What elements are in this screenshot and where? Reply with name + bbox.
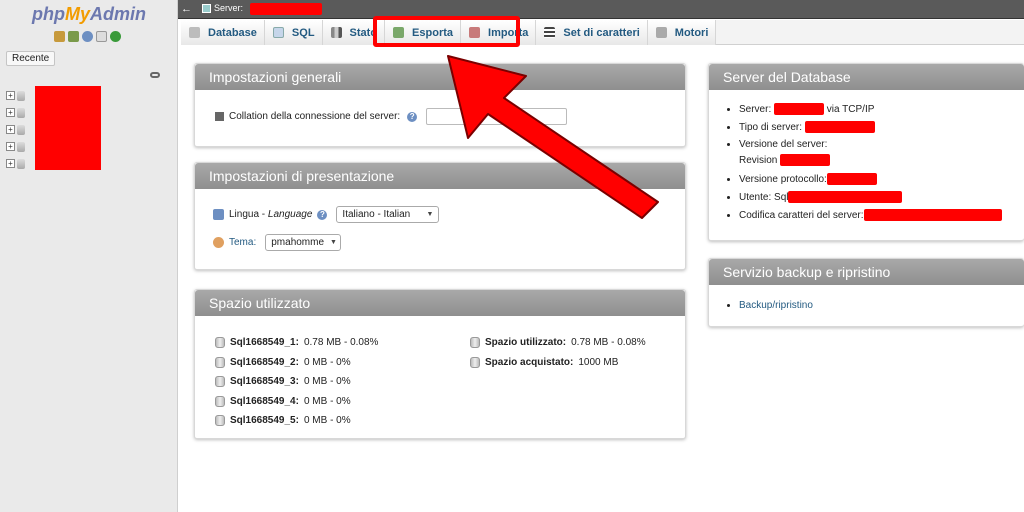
database-icon xyxy=(215,337,225,348)
list-item: Sql1668549_5: 0 MB - 0% xyxy=(215,415,351,426)
phpmyadmin-logo[interactable]: phpMyAdmin xyxy=(0,4,178,25)
backup-list: Backup/ripristino xyxy=(709,297,813,315)
database-icon xyxy=(215,396,225,407)
database-icon xyxy=(17,90,25,101)
tree-row[interactable]: + xyxy=(6,121,25,138)
list-item: Sql1668549_4: 0 MB - 0% xyxy=(215,396,351,407)
collapse-arrow-icon[interactable]: ← xyxy=(181,3,193,16)
database-icon[interactable] xyxy=(68,31,79,42)
database-icon xyxy=(470,337,480,348)
database-icon xyxy=(17,124,25,135)
database-server-panel: Server del Database Server: via TCP/IP T… xyxy=(708,63,1024,241)
tab-engines[interactable]: Motori xyxy=(647,20,717,45)
list-item: Versione del server:Revision xyxy=(739,137,1002,171)
tree-row[interactable]: + xyxy=(6,138,25,155)
expand-icon[interactable]: + xyxy=(6,108,15,117)
server-icon xyxy=(202,3,211,13)
breadcrumb-server-label: Server: xyxy=(214,3,244,13)
language-row: Lingua - Language ? Italiano - Italian ▼ xyxy=(213,206,440,223)
chevron-down-icon: ▼ xyxy=(330,239,337,246)
space-used-panel: Spazio utilizzato Sql1668549_1: 0.78 MB -… xyxy=(194,289,686,439)
breadcrumb[interactable]: Server: xyxy=(202,3,243,13)
list-item: Sql1668549_2: 0 MB - 0% xyxy=(215,357,351,368)
annotation-arrow-icon xyxy=(447,55,659,219)
engines-icon xyxy=(655,27,667,38)
database-tree: + + + + + xyxy=(6,87,25,172)
language-icon xyxy=(213,209,224,220)
reload-icon[interactable] xyxy=(110,31,121,42)
list-item: Sql1668549_1: 0.78 MB - 0.08% xyxy=(215,337,378,348)
help-icon[interactable]: ? xyxy=(407,111,418,122)
redaction-block xyxy=(804,121,875,134)
tab-database[interactable]: Database xyxy=(181,20,265,45)
breadcrumb-bar: ← Server: xyxy=(178,0,1024,19)
space-purchased: Spazio acquistato: 1000 MB xyxy=(470,357,618,368)
tree-row[interactable]: + xyxy=(6,87,25,104)
docs-icon[interactable] xyxy=(96,31,107,42)
navigation-sidebar: phpMyAdmin Recente + + + + + xyxy=(0,0,178,512)
list-item: Codifica caratteri del server: xyxy=(739,207,1002,225)
theme-link[interactable]: Tema: xyxy=(229,237,256,248)
backup-link[interactable]: Backup/ripristino xyxy=(739,300,813,311)
main-tabs: Database SQL Stato Esporta Importa Set d… xyxy=(181,20,1024,45)
database-icon xyxy=(17,158,25,169)
list-item: Versione protocollo: xyxy=(739,171,1002,189)
redaction-block xyxy=(826,173,877,186)
redaction-block xyxy=(788,191,903,204)
tree-row[interactable]: + xyxy=(6,104,25,121)
list-item: Backup/ripristino xyxy=(739,297,813,315)
server-info-list: Server: via TCP/IP Tipo di server: Versi… xyxy=(709,101,1002,225)
redaction-block xyxy=(774,103,825,116)
highlight-box xyxy=(373,16,520,47)
expand-icon[interactable]: + xyxy=(6,142,15,151)
palette-icon xyxy=(213,237,224,248)
expand-icon[interactable]: + xyxy=(6,159,15,168)
link-icon[interactable] xyxy=(150,72,160,78)
expand-icon[interactable]: + xyxy=(6,125,15,134)
space-used-total: Spazio utilizzato: 0.78 MB - 0.08% xyxy=(470,337,646,348)
list-item: Utente: Sql xyxy=(739,189,1002,207)
settings-icon xyxy=(215,112,224,121)
collation-label: Collation della connessione del server: xyxy=(229,111,401,122)
database-icon xyxy=(189,27,200,38)
home-icon[interactable] xyxy=(54,31,65,42)
recent-button[interactable]: Recente xyxy=(6,51,56,66)
redaction-block xyxy=(863,209,1002,222)
language-select[interactable]: Italiano - Italian ▼ xyxy=(336,206,440,223)
theme-row: Tema: pmahomme ▼ xyxy=(213,234,342,251)
database-icon xyxy=(17,107,25,118)
list-item: Sql1668549_3: 0 MB - 0% xyxy=(215,376,351,387)
list-item: Server: via TCP/IP xyxy=(739,101,1002,119)
list-item: Tipo di server: xyxy=(739,119,1002,137)
language-label: Lingua - Language xyxy=(229,209,313,220)
database-icon xyxy=(215,357,225,368)
redaction-block xyxy=(250,3,322,15)
chevron-down-icon: ▼ xyxy=(426,211,434,218)
tree-row[interactable]: + xyxy=(6,155,25,172)
help-icon[interactable] xyxy=(82,31,93,42)
database-icon xyxy=(215,415,225,426)
sql-icon xyxy=(272,27,284,38)
quick-links xyxy=(54,31,121,45)
panel-title: Spazio utilizzato xyxy=(195,290,685,316)
theme-select[interactable]: pmahomme ▼ xyxy=(265,234,342,251)
help-icon[interactable]: ? xyxy=(317,209,328,220)
database-icon xyxy=(215,376,225,387)
tab-sql[interactable]: SQL xyxy=(264,20,323,45)
panel-title: Server del Database xyxy=(709,64,1024,90)
redaction-block xyxy=(35,86,101,170)
expand-icon[interactable]: + xyxy=(6,91,15,100)
database-icon xyxy=(470,357,480,368)
tab-charset[interactable]: Set di caratteri xyxy=(536,20,648,45)
database-icon xyxy=(17,141,25,152)
redaction-block xyxy=(780,154,831,167)
status-icon xyxy=(330,27,342,38)
charset-icon xyxy=(544,27,556,38)
backup-panel: Servizio backup e ripristino Backup/ripr… xyxy=(708,258,1024,327)
panel-title: Servizio backup e ripristino xyxy=(709,259,1024,285)
